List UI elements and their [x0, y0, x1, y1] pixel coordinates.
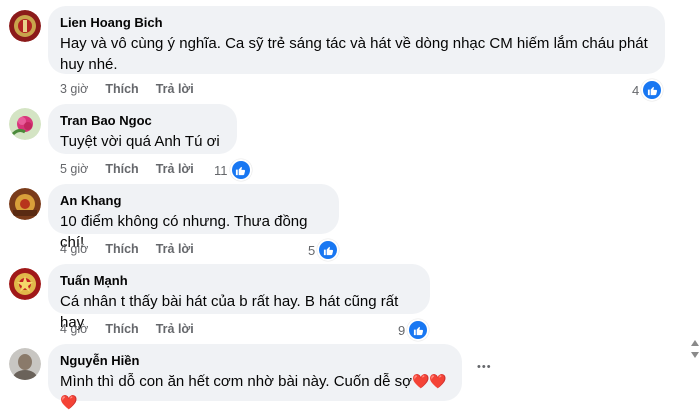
comment-time[interactable]: 4 giờ: [60, 322, 88, 336]
reaction-count[interactable]: 5: [308, 239, 340, 261]
thumbs-up-icon: [407, 319, 430, 341]
comment-bubble: Lien Hoang Bich Hay và vô cùng ý nghĩa. …: [48, 6, 665, 74]
reaction-number: 9: [398, 322, 406, 338]
avatar[interactable]: [9, 188, 41, 220]
more-options-icon[interactable]: •••: [477, 361, 492, 373]
comment-actions: 4 giờ Thích Trả lời: [60, 242, 211, 256]
comment-actions: 3 giờ Thích Trả lời: [60, 82, 211, 96]
like-button[interactable]: Thích: [105, 322, 138, 336]
like-button[interactable]: Thích: [105, 242, 138, 256]
like-button[interactable]: Thích: [105, 162, 138, 176]
avatar[interactable]: [9, 108, 41, 140]
avatar[interactable]: [9, 10, 41, 42]
comment-bubble: Nguyễn Hiền Mình thì dỗ con ăn hết cơm n…: [48, 344, 462, 410]
reaction-number: 11: [214, 162, 228, 178]
comment-bubble: Tuấn Mạnh Cá nhân t thấy bài hát của b r…: [48, 264, 430, 331]
comment-author[interactable]: Lien Hoang Bich: [60, 14, 653, 31]
reaction-count[interactable]: 4: [632, 79, 664, 101]
comment-time[interactable]: 3 giờ: [60, 82, 88, 96]
reply-button[interactable]: Trả lời: [156, 162, 194, 176]
comment-bubble: Tran Bao Ngoc Tuyệt vời quá Anh Tú ơi: [48, 104, 237, 154]
scroll-up-icon[interactable]: [691, 340, 699, 346]
reaction-number: 4: [632, 82, 640, 98]
avatar[interactable]: [9, 348, 41, 380]
comment-actions: 4 giờ Thích Trả lời: [60, 322, 211, 336]
thumbs-up-icon: [317, 239, 340, 261]
comment-author[interactable]: Tran Bao Ngoc: [60, 112, 225, 129]
comment-bubble: An Khang 10 điểm không có nhưng. Thưa đồ…: [48, 184, 339, 251]
comment-text: Mình thì dỗ con ăn hết cơm nhờ bài này. …: [60, 371, 450, 413]
comment-time[interactable]: 5 giờ: [60, 162, 88, 176]
reaction-count[interactable]: 9: [398, 319, 430, 341]
reaction-number: 5: [308, 242, 316, 258]
comment-time[interactable]: 4 giờ: [60, 242, 88, 256]
like-button[interactable]: Thích: [105, 82, 138, 96]
comment-author[interactable]: An Khang: [60, 192, 327, 209]
avatar[interactable]: [9, 268, 41, 300]
comment-author[interactable]: Tuấn Mạnh: [60, 272, 418, 289]
thumbs-up-icon: [641, 79, 664, 101]
reply-button[interactable]: Trả lời: [156, 322, 194, 336]
comment-text-line2: huy nhé.: [60, 56, 118, 73]
scroll-down-icon[interactable]: [691, 352, 699, 358]
comment-text: Hay và vô cùng ý nghĩa. Ca sỹ trẻ sáng t…: [60, 33, 653, 75]
comment-actions: 5 giờ Thích Trả lời: [60, 162, 211, 176]
reply-button[interactable]: Trả lời: [156, 82, 194, 96]
comment-text-line1: Hay và vô cùng ý nghĩa. Ca sỹ trẻ sáng t…: [60, 35, 648, 52]
comment-text: Tuyệt vời quá Anh Tú ơi: [60, 133, 220, 150]
comment-text-body: Mình thì dỗ con ăn hết cơm nhờ bài này. …: [60, 373, 412, 390]
thumbs-up-icon: [229, 159, 252, 181]
reply-button[interactable]: Trả lời: [156, 242, 194, 256]
comment-author[interactable]: Nguyễn Hiền: [60, 352, 450, 369]
reaction-count[interactable]: 11: [214, 159, 252, 181]
